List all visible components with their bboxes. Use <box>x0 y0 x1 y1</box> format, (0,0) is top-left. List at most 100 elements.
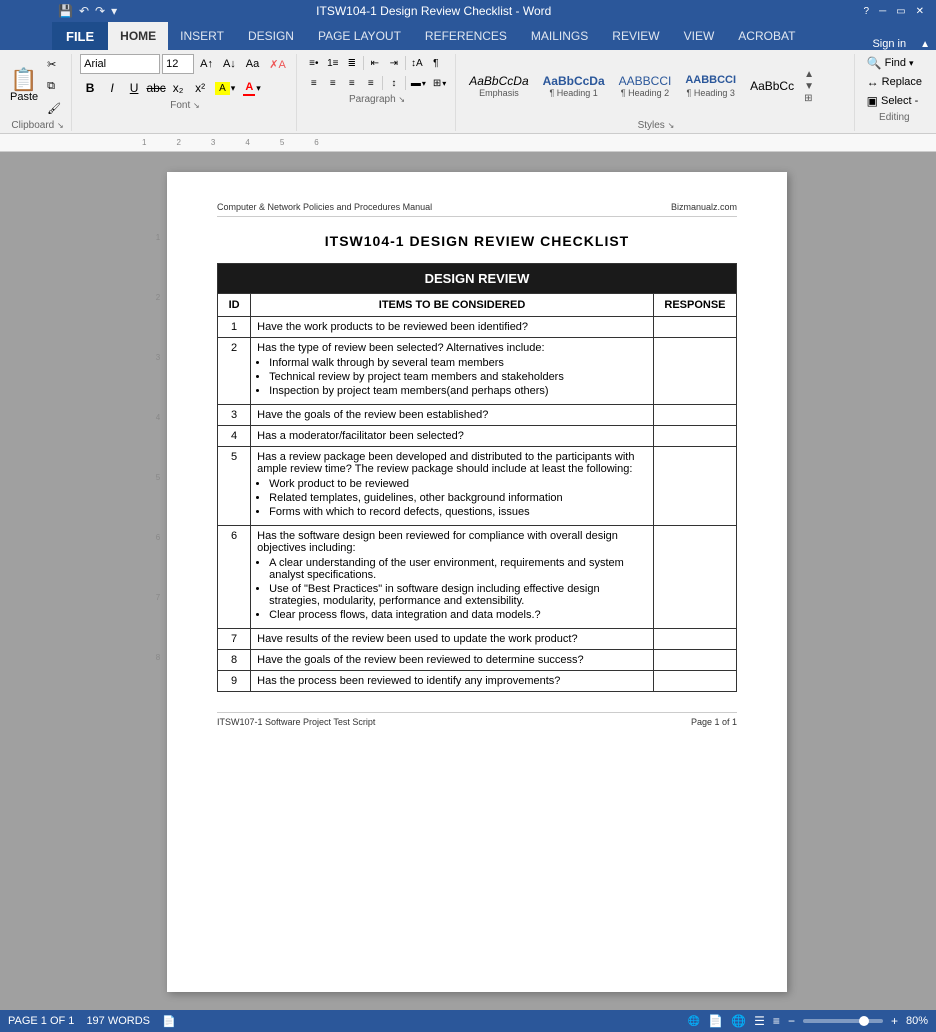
view-draft-button[interactable]: ≡ <box>773 1014 780 1028</box>
superscript-button[interactable]: x² <box>190 78 210 98</box>
document-area: 1 2 3 4 5 6 7 8 Computer & Network Polic… <box>0 152 936 1012</box>
find-button[interactable]: 🔍 Find ▾ <box>863 54 926 72</box>
zoom-thumb[interactable] <box>859 1016 869 1026</box>
table-row: 2Has the type of review been selected? A… <box>218 338 737 405</box>
table-row: 9Has the process been reviewed to identi… <box>218 671 737 692</box>
restore-button[interactable]: ▭ <box>892 6 909 17</box>
view-web-button[interactable]: 🌐 <box>731 1014 746 1028</box>
styles-expand-button[interactable]: ⊞ <box>804 93 814 104</box>
zoom-slider[interactable] <box>803 1019 883 1023</box>
row-id: 1 <box>218 317 251 338</box>
tab-home[interactable]: HOME <box>108 22 168 50</box>
close-button[interactable]: ✕ <box>912 6 928 17</box>
tab-acrobat[interactable]: ACROBAT <box>726 22 807 50</box>
tab-view[interactable]: VIEW <box>672 22 727 50</box>
row-id: 8 <box>218 650 251 671</box>
select-button[interactable]: ▣ Select - <box>863 92 926 110</box>
multilevel-list-button[interactable]: ≣ <box>343 54 361 72</box>
font-size-decrease-btn[interactable]: A↓ <box>219 54 240 74</box>
zoom-level[interactable]: 80% <box>906 1015 928 1027</box>
ruler: 1 2 3 4 5 6 <box>0 134 936 152</box>
ribbon-collapse-btn[interactable]: ▲ <box>914 39 936 50</box>
style-heading3[interactable]: AABBCCI ¶ Heading 3 <box>680 71 741 100</box>
bullet-item: Work product to be reviewed <box>269 478 647 490</box>
font-size-input[interactable] <box>162 54 194 74</box>
table-row: 6Has the software design been reviewed f… <box>218 526 737 629</box>
file-tab[interactable]: FILE <box>52 22 108 50</box>
tab-mailings[interactable]: MAILINGS <box>519 22 600 50</box>
undo-button[interactable]: ↶ <box>77 3 91 19</box>
sort-button[interactable]: ↕A <box>408 54 426 72</box>
shading-button[interactable]: ▬▾ <box>408 76 429 91</box>
clear-format-btn[interactable]: ✗A <box>265 54 290 74</box>
tab-page-layout[interactable]: PAGE LAYOUT <box>306 22 413 50</box>
view-print-button[interactable]: 📄 <box>708 1014 723 1028</box>
font-group: A↑ A↓ Aa ✗A B I U abc x₂ x² A▾ A▾ Font ↘ <box>74 54 297 131</box>
copy-button[interactable]: ⧉ <box>43 76 65 96</box>
style-default[interactable]: AaBbCc <box>745 76 799 96</box>
clipboard-label: Clipboard ↘ <box>11 120 63 131</box>
bullets-button[interactable]: ≡• <box>305 54 323 72</box>
line-spacing-button[interactable]: ↕ <box>385 74 403 92</box>
bold-button[interactable]: B <box>80 78 100 98</box>
align-left-button[interactable]: ≡ <box>305 74 323 92</box>
italic-button[interactable]: I <box>102 78 122 98</box>
font-label: Font ↘ <box>170 100 200 111</box>
sign-in-button[interactable]: Sign in <box>864 38 914 50</box>
decrease-indent-button[interactable]: ⇤ <box>366 54 384 72</box>
ribbon-tabs-container: FILE HOME INSERT DESIGN PAGE LAYOUT REFE… <box>0 22 936 50</box>
document-page: Computer & Network Policies and Procedur… <box>167 172 787 992</box>
row-items: Have the goals of the review been review… <box>251 650 654 671</box>
style-heading2[interactable]: AABBCCI ¶ Heading 2 <box>614 71 677 101</box>
header-right: Bizmanualz.com <box>671 202 737 212</box>
minimize-button[interactable]: ─ <box>875 6 890 17</box>
tab-references[interactable]: REFERENCES <box>413 22 519 50</box>
styles-scroll-down-button[interactable]: ▼ <box>804 81 814 92</box>
justify-button[interactable]: ≡ <box>362 74 380 92</box>
styles-label: Styles ↘ <box>638 120 675 131</box>
increase-indent-button[interactable]: ⇥ <box>385 54 403 72</box>
view-outline-button[interactable]: ☰ <box>754 1014 765 1028</box>
replace-button[interactable]: ↔ Replace <box>863 73 926 91</box>
vertical-ruler: 1 2 3 4 5 6 7 8 <box>149 172 167 992</box>
tab-review[interactable]: REVIEW <box>600 22 671 50</box>
qat-dropdown-button[interactable]: ▾ <box>109 3 119 19</box>
help-icon[interactable]: ? <box>860 6 874 17</box>
format-painter-button[interactable]: 🖌 <box>43 98 65 118</box>
styles-group: AaBbCcDa Emphasis AaBbCcDa ¶ Heading 1 A… <box>458 54 854 131</box>
styles-scroll-up-button[interactable]: ▲ <box>804 69 814 80</box>
subscript-button[interactable]: x₂ <box>168 78 188 98</box>
font-color-button[interactable]: A▾ <box>240 78 263 98</box>
strikethrough-button[interactable]: abc <box>146 78 166 98</box>
align-right-button[interactable]: ≡ <box>343 74 361 92</box>
tab-design[interactable]: DESIGN <box>236 22 306 50</box>
numbering-button[interactable]: 1≡ <box>324 54 342 72</box>
style-emphasis[interactable]: AaBbCcDa Emphasis <box>464 71 533 101</box>
show-hide-button[interactable]: ¶ <box>427 54 445 72</box>
proofing-icon[interactable]: 📄 <box>162 1015 176 1028</box>
change-case-btn[interactable]: Aa <box>242 54 263 74</box>
text-highlight-button[interactable]: A▾ <box>212 80 238 97</box>
table-row: 8Have the goals of the review been revie… <box>218 650 737 671</box>
bullet-item: Clear process flows, data integration an… <box>269 609 647 621</box>
font-size-increase-btn[interactable]: A↑ <box>196 54 217 74</box>
page-header: Computer & Network Policies and Procedur… <box>217 202 737 217</box>
paste-button[interactable]: 📋 Paste <box>10 69 38 103</box>
status-bar: PAGE 1 OF 1 197 WORDS 📄 🌐 📄 🌐 ☰ ≡ − + 80… <box>0 1010 936 1032</box>
row-response <box>653 317 736 338</box>
redo-button[interactable]: ↷ <box>93 3 107 19</box>
zoom-out-button[interactable]: − <box>788 1014 795 1028</box>
align-center-button[interactable]: ≡ <box>324 74 342 92</box>
style-heading1[interactable]: AaBbCcDa ¶ Heading 1 <box>538 71 610 101</box>
save-button[interactable]: 💾 <box>56 3 75 19</box>
borders-button[interactable]: ⊞▾ <box>430 76 449 91</box>
row-items: Have the work products to be reviewed be… <box>251 317 654 338</box>
table-row: 3Have the goals of the review been estab… <box>218 405 737 426</box>
checklist-table: DESIGN REVIEW ID ITEMS TO BE CONSIDERED … <box>217 263 737 692</box>
cut-button[interactable]: ✂ <box>43 54 65 74</box>
zoom-in-button[interactable]: + <box>891 1014 898 1028</box>
font-name-input[interactable] <box>80 54 160 74</box>
underline-button[interactable]: U <box>124 78 144 98</box>
tab-insert[interactable]: INSERT <box>168 22 236 50</box>
row-response <box>653 629 736 650</box>
